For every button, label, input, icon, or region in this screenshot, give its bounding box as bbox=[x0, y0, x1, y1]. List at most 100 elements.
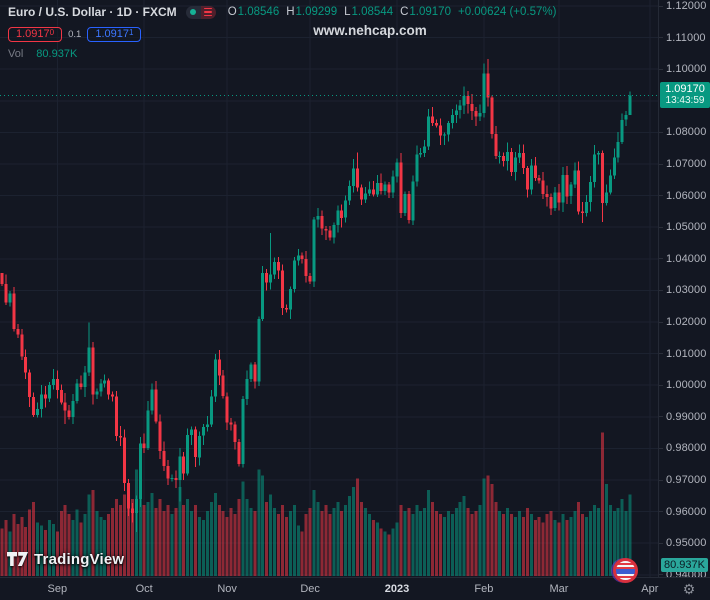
tradingview-logo[interactable]: TradingView bbox=[7, 551, 124, 568]
tradingview-mark-icon bbox=[7, 552, 28, 567]
low-value: 1.08544 bbox=[352, 6, 394, 18]
price-tick-mark bbox=[659, 448, 663, 449]
candle bbox=[64, 393, 67, 424]
candle bbox=[159, 415, 162, 459]
time-tick-label: 2023 bbox=[385, 583, 409, 595]
time-axis[interactable]: SepOctNovDec2023FebMarApr bbox=[0, 577, 710, 600]
candle bbox=[91, 342, 94, 405]
candle bbox=[518, 144, 521, 163]
price-tick-label: 1.12000 bbox=[666, 0, 706, 12]
candle bbox=[502, 153, 505, 167]
price-tick-mark bbox=[659, 574, 663, 575]
price-axis[interactable]: 1.09170 13:43:59 80.937K 1.120001.110001… bbox=[658, 0, 710, 577]
candle bbox=[328, 226, 331, 240]
price-tick-label: 1.01000 bbox=[666, 348, 706, 360]
candle bbox=[399, 153, 402, 218]
legend-row-main: Euro / U.S. Dollar · 1D · FXCM O1.08546 … bbox=[8, 4, 556, 20]
candle bbox=[482, 63, 485, 117]
candle bbox=[569, 182, 572, 204]
candle bbox=[190, 426, 193, 445]
candle bbox=[174, 471, 177, 489]
candle bbox=[293, 257, 296, 293]
candle bbox=[419, 148, 422, 158]
candle bbox=[249, 363, 252, 382]
candle bbox=[99, 379, 102, 396]
grid-lines bbox=[0, 0, 658, 577]
price-tick-mark bbox=[659, 385, 663, 386]
candle bbox=[364, 187, 367, 203]
spread-value: 0.1 bbox=[68, 29, 81, 40]
candle bbox=[478, 105, 481, 121]
candle bbox=[28, 369, 31, 407]
ask-main: 1.0917 bbox=[95, 28, 129, 41]
time-tick-label: Feb bbox=[474, 583, 493, 595]
candle bbox=[332, 222, 335, 243]
bid-price-button[interactable]: 1.09170 bbox=[8, 27, 62, 42]
price-tick-label: 1.07000 bbox=[666, 158, 706, 170]
open-value: 1.08546 bbox=[238, 6, 280, 18]
candle bbox=[459, 100, 462, 119]
chart-canvas[interactable] bbox=[0, 0, 658, 577]
price-tick-label: 1.02000 bbox=[666, 316, 706, 328]
candle bbox=[565, 166, 568, 204]
gear-icon[interactable]: ⚙ bbox=[678, 581, 700, 598]
price-tick-mark bbox=[659, 322, 663, 323]
candle bbox=[206, 416, 209, 431]
price-tick-label: 0.98000 bbox=[666, 442, 706, 454]
candle bbox=[155, 381, 158, 424]
candle bbox=[589, 176, 592, 211]
candle bbox=[305, 251, 308, 282]
candle bbox=[8, 291, 11, 307]
symbol-title[interactable]: Euro / U.S. Dollar · 1D · FXCM bbox=[8, 5, 177, 19]
candle bbox=[230, 418, 233, 430]
price-tick-mark bbox=[659, 132, 663, 133]
bid-main: 1.0917 bbox=[16, 28, 50, 41]
candle bbox=[218, 350, 221, 385]
low-label: L bbox=[344, 6, 350, 18]
price-tick-label: 1.06000 bbox=[666, 190, 706, 202]
candle bbox=[609, 170, 612, 195]
candle bbox=[463, 87, 466, 115]
candle bbox=[340, 205, 343, 228]
candle bbox=[226, 393, 229, 431]
candle bbox=[403, 192, 406, 217]
candle bbox=[317, 208, 320, 227]
time-tick-label: Dec bbox=[300, 583, 320, 595]
candle bbox=[577, 162, 580, 215]
candle bbox=[170, 474, 173, 481]
ask-sup: 1 bbox=[129, 28, 133, 37]
bar-countdown: 13:43:59 bbox=[660, 95, 710, 106]
candle bbox=[257, 316, 260, 386]
candle bbox=[498, 152, 501, 164]
candle bbox=[336, 206, 339, 233]
candle bbox=[166, 460, 169, 485]
legend-visibility-toggle[interactable] bbox=[186, 6, 216, 19]
candle bbox=[16, 324, 19, 338]
candle bbox=[617, 132, 620, 162]
candle bbox=[95, 389, 98, 400]
candle bbox=[467, 91, 470, 114]
candle bbox=[72, 394, 75, 424]
tradingview-chart-window: www.nehcap.com Euro / U.S. Dollar · 1D ·… bbox=[0, 0, 710, 600]
price-tick-label: 1.03000 bbox=[666, 284, 706, 296]
price-tick-mark bbox=[659, 195, 663, 196]
open-label: O bbox=[228, 6, 237, 18]
price-tick-mark bbox=[659, 511, 663, 512]
candle bbox=[115, 391, 118, 441]
bid-sup: 0 bbox=[50, 28, 54, 37]
ask-price-button[interactable]: 1.09171 bbox=[87, 27, 141, 42]
candle bbox=[20, 329, 23, 360]
candle bbox=[285, 305, 288, 313]
candle bbox=[427, 109, 430, 150]
price-tick-mark bbox=[659, 258, 663, 259]
candle bbox=[253, 362, 256, 389]
candle bbox=[455, 105, 458, 124]
candle bbox=[151, 384, 154, 415]
candle bbox=[581, 202, 584, 223]
candle bbox=[605, 185, 608, 206]
candle bbox=[281, 264, 284, 315]
candle bbox=[107, 379, 110, 400]
candle bbox=[309, 273, 312, 284]
price-tick-label: 1.08000 bbox=[666, 126, 706, 138]
change-value: +0.00624 (+0.57%) bbox=[458, 6, 556, 18]
